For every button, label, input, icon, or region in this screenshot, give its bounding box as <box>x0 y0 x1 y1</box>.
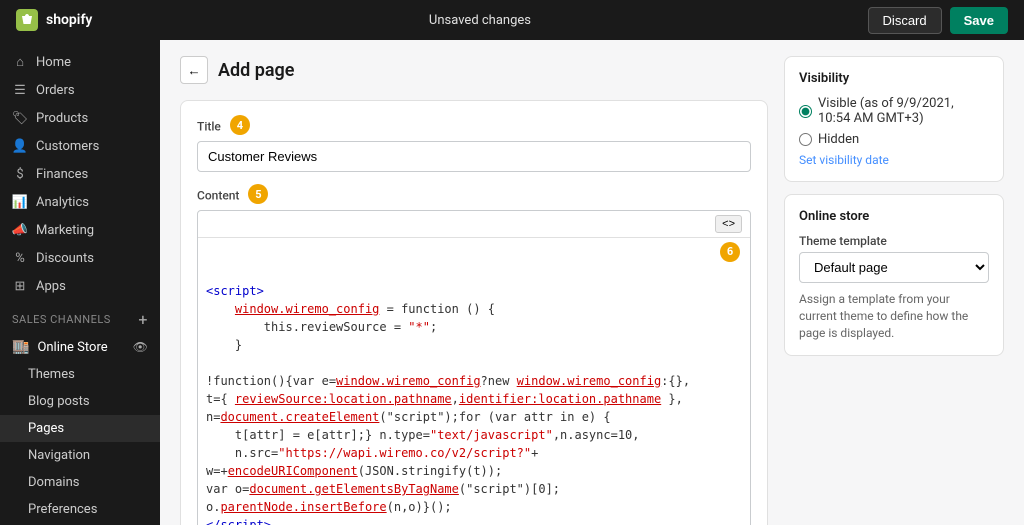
sidebar-label-discounts: Discounts <box>36 251 94 266</box>
visibility-hidden-label: Hidden <box>818 132 859 147</box>
sidebar: ⌂ Home ☰ Orders 🏷 Products 👤 Customers $… <box>0 40 160 525</box>
sidebar-item-customers[interactable]: 👤 Customers <box>0 132 160 160</box>
content-side: Visibility Visible (as of 9/9/2021, 10:5… <box>784 56 1004 509</box>
domains-label: Domains <box>28 475 79 490</box>
apps-icon: ⊞ <box>12 278 28 294</box>
sidebar-item-online-store[interactable]: 🏬 Online Store 👁 <box>0 333 160 361</box>
brand-name: shopify <box>46 12 92 28</box>
unsaved-status: Unsaved changes <box>429 13 531 28</box>
theme-description: Assign a template from your current them… <box>799 291 989 341</box>
visibility-hidden-option[interactable]: Hidden <box>799 132 989 147</box>
sidebar-label-apps: Apps <box>36 279 66 294</box>
content-editor: <> 6 <script> window.wiremo_config = fun… <box>197 210 751 525</box>
topbar-left: shopify <box>16 9 92 31</box>
code-toggle-button[interactable]: <> <box>715 215 742 233</box>
sidebar-item-analytics[interactable]: 📊 Analytics <box>0 188 160 216</box>
home-icon: ⌂ <box>12 54 28 70</box>
title-card: Title 4 Content 5 <> 6 < <box>180 100 768 525</box>
sidebar-label-finances: Finances <box>36 167 88 182</box>
online-store-label: Online Store <box>37 340 107 355</box>
visibility-hidden-radio[interactable] <box>799 133 812 146</box>
topbar: shopify Unsaved changes Discard Save <box>0 0 1024 40</box>
main-layout: ⌂ Home ☰ Orders 🏷 Products 👤 Customers $… <box>0 40 1024 525</box>
blog-posts-label: Blog posts <box>28 394 90 409</box>
sidebar-item-finances[interactable]: $ Finances <box>0 160 160 188</box>
sidebar-label-customers: Customers <box>36 139 99 154</box>
back-arrow-icon: ← <box>187 63 200 78</box>
content-area: ← Add page Title 4 Content 5 <box>160 40 1024 525</box>
add-channel-icon[interactable]: + <box>138 310 148 329</box>
sidebar-item-discounts[interactable]: % Discounts <box>0 244 160 272</box>
customers-icon: 👤 <box>12 138 28 154</box>
sidebar-item-apps[interactable]: ⊞ Apps <box>0 272 160 300</box>
theme-template-label: Theme template <box>799 234 989 248</box>
sales-channels-section: SALES CHANNELS + <box>0 300 160 333</box>
discounts-icon: % <box>12 250 28 266</box>
visibility-visible-label: Visible (as of 9/9/2021, 10:54 AM GMT+3) <box>818 96 989 126</box>
eye-icon: 👁 <box>133 340 148 354</box>
sidebar-item-products[interactable]: 🏷 Products <box>0 104 160 132</box>
editor-body[interactable]: 6 <script> window.wiremo_config = functi… <box>198 238 750 525</box>
products-icon: 🏷 <box>12 110 28 126</box>
sidebar-sub-navigation[interactable]: Navigation <box>0 442 160 469</box>
orders-icon: ☰ <box>12 82 28 98</box>
sidebar-label-products: Products <box>36 111 88 126</box>
save-top-button[interactable]: Save <box>950 7 1008 34</box>
pages-label: Pages <box>28 421 64 436</box>
visibility-visible-option[interactable]: Visible (as of 9/9/2021, 10:54 AM GMT+3) <box>799 96 989 126</box>
title-input[interactable] <box>197 141 751 172</box>
visibility-card: Visibility Visible (as of 9/9/2021, 10:5… <box>784 56 1004 182</box>
online-store-card-title: Online store <box>799 209 989 224</box>
themes-label: Themes <box>28 367 75 382</box>
content-main: ← Add page Title 4 Content 5 <box>180 56 768 509</box>
sidebar-sub-themes[interactable]: Themes <box>0 361 160 388</box>
visibility-title: Visibility <box>799 71 989 86</box>
sidebar-sub-pages[interactable]: Pages <box>0 415 160 442</box>
analytics-icon: 📊 <box>12 194 28 210</box>
sidebar-sub-domains[interactable]: Domains <box>0 469 160 496</box>
title-field-group: Title 4 <box>197 117 751 172</box>
online-store-card: Online store Theme template Default page… <box>784 194 1004 356</box>
page-header: ← Add page <box>180 56 768 84</box>
sidebar-label-orders: Orders <box>36 83 75 98</box>
visibility-visible-radio[interactable] <box>799 105 812 118</box>
sidebar-label-home: Home <box>36 55 71 70</box>
step6-badge: 6 <box>720 242 740 262</box>
online-store-icon: 🏬 <box>12 339 29 355</box>
preferences-label: Preferences <box>28 502 97 517</box>
sidebar-item-marketing[interactable]: 📣 Marketing <box>0 216 160 244</box>
set-visibility-date-link[interactable]: Set visibility date <box>799 153 989 167</box>
title-label: Title 4 <box>197 117 751 137</box>
sidebar-item-orders[interactable]: ☰ Orders <box>0 76 160 104</box>
step5-badge: 5 <box>248 184 268 204</box>
page-title: Add page <box>218 60 294 81</box>
shopify-bag-icon <box>16 9 38 31</box>
navigation-label: Navigation <box>28 448 90 463</box>
content-field-group: Content 5 <> 6 <script> window.wiremo_co… <box>197 186 751 525</box>
theme-template-select[interactable]: Default page <box>799 252 989 283</box>
finances-icon: $ <box>12 166 28 182</box>
sidebar-sub-preferences[interactable]: Preferences <box>0 496 160 523</box>
marketing-icon: 📣 <box>12 222 28 238</box>
sales-channels-label: SALES CHANNELS <box>12 313 111 326</box>
discard-button[interactable]: Discard <box>868 7 942 34</box>
sidebar-item-home[interactable]: ⌂ Home <box>0 48 160 76</box>
back-button[interactable]: ← <box>180 56 208 84</box>
content-label: Content 5 <box>197 186 751 206</box>
sidebar-sub-blog-posts[interactable]: Blog posts <box>0 388 160 415</box>
sidebar-label-analytics: Analytics <box>36 195 89 210</box>
sidebar-label-marketing: Marketing <box>36 223 94 238</box>
topbar-actions: Discard Save <box>868 7 1008 34</box>
step4-badge: 4 <box>230 115 250 135</box>
editor-toolbar: <> <box>198 211 750 238</box>
